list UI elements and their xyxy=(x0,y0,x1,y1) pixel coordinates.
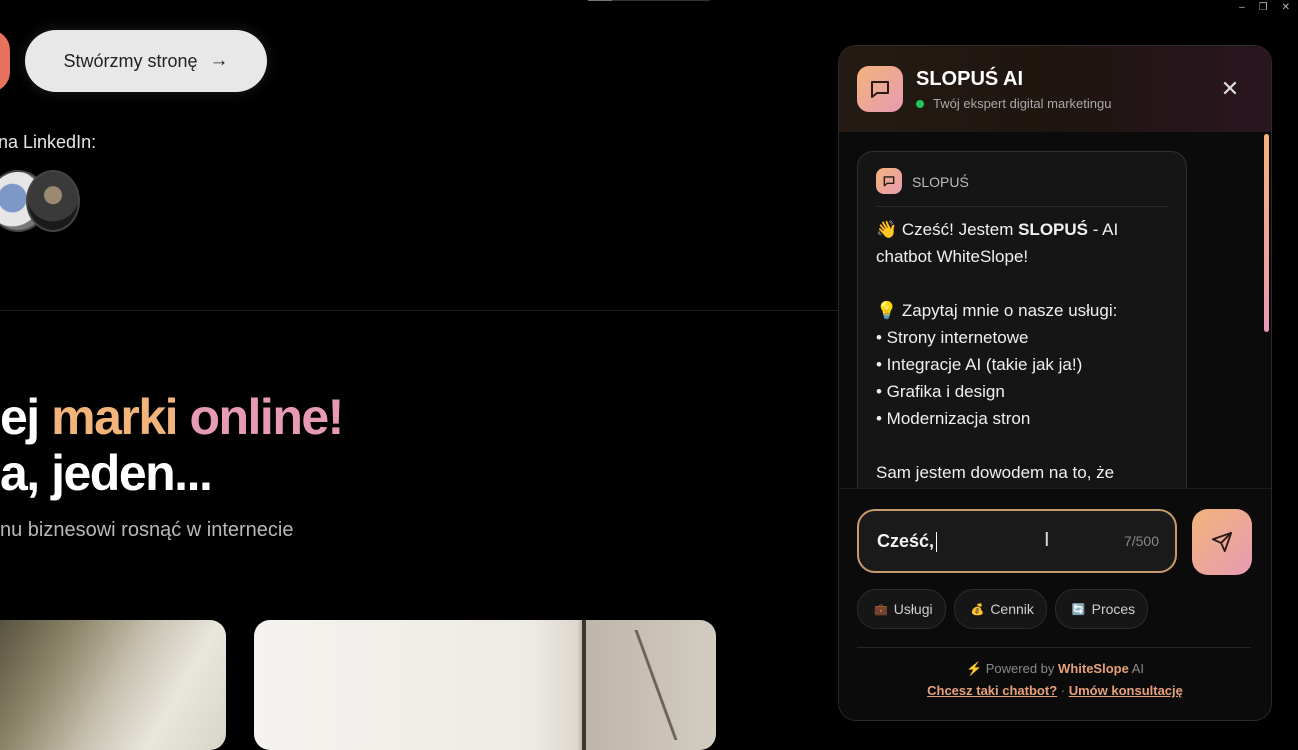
section-divider xyxy=(0,310,838,311)
chip-label: Usługi xyxy=(893,601,933,617)
footer-divider xyxy=(857,647,1251,648)
bot-message: SLOPUŚ 👋 Cześć! Jestem SLOPUŚ - AI chatb… xyxy=(857,151,1187,488)
chat-title: SLOPUŚ AI xyxy=(916,68,1024,90)
linkedin-label: na LinkedIn: xyxy=(0,132,97,152)
close-chat-button[interactable]: ✕ xyxy=(1220,78,1240,100)
message-continued: Sam jestem dowodem na to, że xyxy=(876,463,1115,482)
hero-word-highlight: marki xyxy=(51,389,178,445)
refresh-icon: 🔄 xyxy=(1071,603,1086,616)
text-caret xyxy=(936,532,938,553)
message-input-value: Cześć, xyxy=(877,531,938,553)
message-body: 👋 Cześć! Jestem SLOPUŚ - AI chatbot Whit… xyxy=(876,216,1172,486)
service-item: • Grafika i design xyxy=(876,382,1005,401)
create-site-button[interactable]: Stwórzmy stronę → xyxy=(25,30,267,92)
chat-bubble-icon xyxy=(876,168,902,194)
portfolio-image[interactable] xyxy=(0,620,226,750)
chat-header: SLOPUŚ AI Twój ekspert digital marketing… xyxy=(839,46,1271,132)
chip-label: Proces xyxy=(1091,601,1136,617)
scrollbar[interactable] xyxy=(1264,134,1269,332)
online-status-icon xyxy=(916,100,924,108)
input-text: Cześć, xyxy=(877,531,935,551)
quick-reply-pricing[interactable]: 💰 Cennik xyxy=(953,589,1047,629)
powered-text: AI xyxy=(1131,661,1145,676)
message-list[interactable]: SLOPUŚ 👋 Cześć! Jestem SLOPUŚ - AI chatb… xyxy=(839,132,1271,488)
hero-word-highlight: online! xyxy=(189,389,344,445)
brand-name: WhiteSlope xyxy=(1058,661,1129,676)
money-bag-icon: 💰 xyxy=(970,603,985,616)
link-separator: · xyxy=(1060,683,1066,698)
chat-subtitle: Twój ekspert digital marketingu xyxy=(933,96,1112,111)
image-detail xyxy=(582,620,586,750)
chat-widget: SLOPUŚ AI Twój ekspert digital marketing… xyxy=(838,45,1272,721)
send-button[interactable] xyxy=(1192,509,1252,575)
powered-by: ⚡ Powered by WhiteSlope AI xyxy=(839,661,1271,677)
avatar[interactable] xyxy=(26,170,80,232)
service-item: • Integracje AI (takie jak ja!) xyxy=(876,355,1083,374)
message-sender: SLOPUŚ xyxy=(912,174,969,190)
greeting-line: 👋 Cześć! Jestem SLOPUŚ - AI chatbot Whit… xyxy=(876,216,1172,270)
char-counter: 7/500 xyxy=(1123,533,1159,549)
service-item: • Strony internetowe xyxy=(876,328,1029,347)
greeting-text: 👋 Cześć! Jestem xyxy=(876,220,1019,239)
text-cursor-icon: I xyxy=(1044,529,1050,551)
hero-heading: ej marki online! xyxy=(0,388,344,446)
primary-button-partial[interactable] xyxy=(0,30,10,92)
message-header: SLOPUŚ xyxy=(876,168,1168,207)
message-input[interactable]: Cześć, I 7/500 xyxy=(857,509,1177,573)
footer-links: Chcesz taki chatbot? · Umów konsultację xyxy=(839,683,1271,698)
create-site-label: Stwórzmy stronę xyxy=(63,50,198,71)
service-item: • Modernizacja stron xyxy=(876,409,1031,428)
lightning-icon: ⚡ xyxy=(965,661,983,676)
portfolio-image[interactable] xyxy=(254,620,716,750)
image-detail xyxy=(626,630,686,740)
restore-button[interactable]: ❐ xyxy=(1259,2,1268,13)
briefcase-icon: 💼 xyxy=(874,603,888,616)
top-indicator xyxy=(588,0,710,1)
window-controls: – ❐ ✕ xyxy=(1239,2,1290,13)
services-prompt: 💡 Zapytaj mnie o nasze usługi: xyxy=(876,301,1118,320)
send-icon xyxy=(1211,531,1233,553)
hero-word: ej xyxy=(0,389,40,445)
chat-bubble-icon xyxy=(857,66,903,112)
quick-replies: 💼 Usługi 💰 Cennik 🔄 Proces xyxy=(857,589,1149,629)
powered-text: Powered by xyxy=(985,661,1055,676)
quick-reply-process[interactable]: 🔄 Proces xyxy=(1054,589,1149,629)
minimize-button[interactable]: – xyxy=(1239,2,1245,13)
window-close-button[interactable]: ✕ xyxy=(1282,2,1290,13)
chip-label: Cennik xyxy=(990,601,1034,617)
bot-name-bold: SLOPUŚ xyxy=(1018,220,1088,239)
quick-reply-services[interactable]: 💼 Usługi xyxy=(857,589,946,629)
hero-subtitle: nu biznesowi rosnąć w internecie xyxy=(0,519,294,541)
composer: Cześć, I 7/500 💼 Usługi 💰 Cennik 🔄 Proce… xyxy=(839,488,1271,720)
book-consultation-link[interactable]: Umów konsultację xyxy=(1069,683,1183,698)
hero-heading-line2: a, jeden... xyxy=(0,445,213,501)
arrow-right-icon: → xyxy=(209,50,229,71)
get-chatbot-link[interactable]: Chcesz taki chatbot? xyxy=(927,683,1057,698)
